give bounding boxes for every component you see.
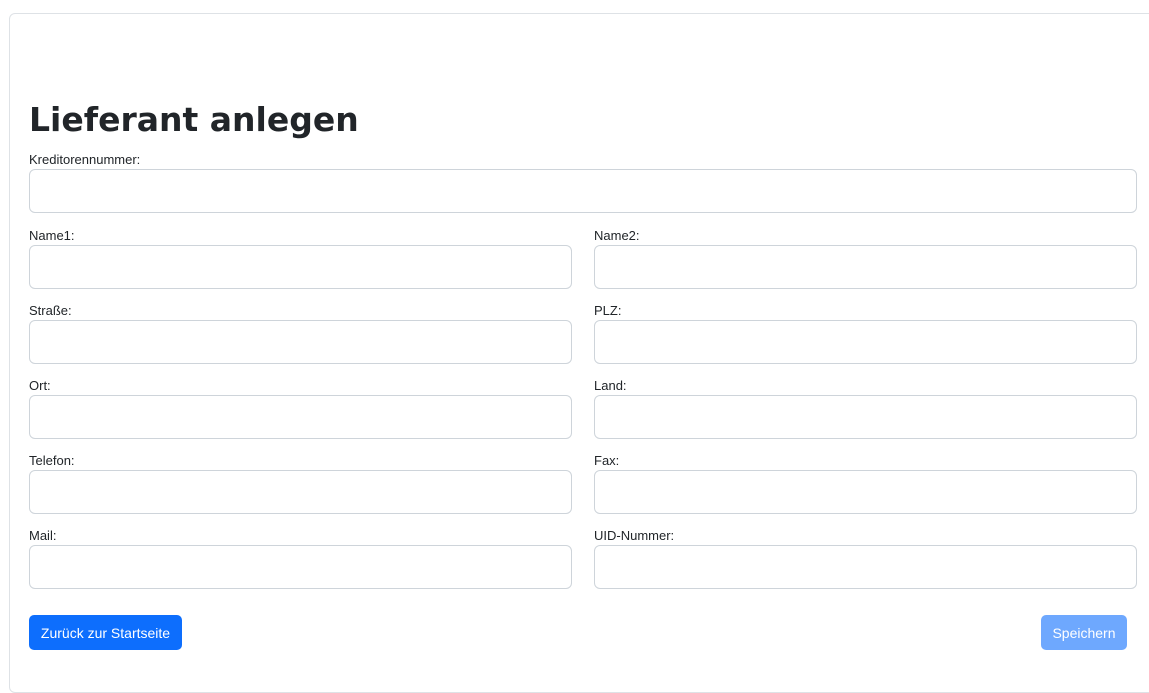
save-button[interactable]: Speichern bbox=[1041, 615, 1127, 650]
mail-label: Mail: bbox=[29, 528, 57, 543]
strasse-label: Straße: bbox=[29, 303, 72, 318]
kreditorennummer-label: Kreditorennummer: bbox=[29, 152, 141, 167]
plz-label: PLZ: bbox=[594, 303, 622, 318]
page-title: Lieferant anlegen bbox=[29, 100, 359, 139]
ort-input[interactable] bbox=[29, 395, 572, 439]
land-label: Land: bbox=[594, 378, 627, 393]
kreditorennummer-input[interactable] bbox=[29, 169, 1137, 213]
ort-label: Ort: bbox=[29, 378, 51, 393]
name2-input[interactable] bbox=[594, 245, 1137, 289]
name1-label: Name1: bbox=[29, 228, 75, 243]
fax-label: Fax: bbox=[594, 453, 620, 468]
fax-input[interactable] bbox=[594, 470, 1137, 514]
telefon-input[interactable] bbox=[29, 470, 572, 514]
name1-input[interactable] bbox=[29, 245, 572, 289]
name2-label: Name2: bbox=[594, 228, 640, 243]
plz-input[interactable] bbox=[594, 320, 1137, 364]
uid-input[interactable] bbox=[594, 545, 1137, 589]
telefon-label: Telefon: bbox=[29, 453, 75, 468]
mail-input[interactable] bbox=[29, 545, 572, 589]
uid-label: UID-Nummer: bbox=[594, 528, 675, 543]
back-to-home-button[interactable]: Zurück zur Startseite bbox=[29, 615, 182, 650]
strasse-input[interactable] bbox=[29, 320, 572, 364]
land-input[interactable] bbox=[594, 395, 1137, 439]
